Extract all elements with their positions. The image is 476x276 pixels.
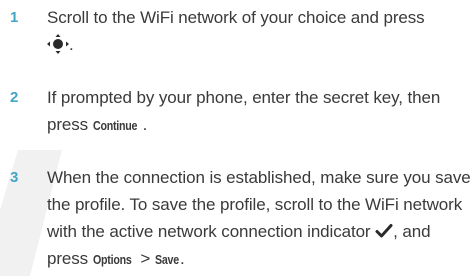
step-number: 3: [10, 169, 19, 186]
command-options: Options: [92, 252, 132, 267]
step-text-segment: >: [135, 249, 155, 268]
step-number: 2: [10, 89, 19, 106]
step-text-segment: Scroll to the WiFi network of your choic…: [47, 8, 425, 27]
step-text: If prompted by your phone, enter the sec…: [47, 84, 472, 139]
step-text-segment: .: [69, 35, 74, 54]
command-save: Save: [154, 252, 179, 267]
checkmark-icon: [375, 223, 393, 238]
instruction-steps: 1 Scroll to the WiFi network of your cho…: [0, 0, 476, 276]
step-text-segment: .: [179, 249, 185, 268]
step-text: When the connection is established, make…: [47, 164, 472, 273]
step-number: 1: [10, 9, 19, 26]
command-continue: Continue: [92, 118, 137, 133]
nav-center-key-icon: [47, 33, 69, 54]
step-text-segment: .: [142, 115, 148, 134]
step-text: Scroll to the WiFi network of your choic…: [47, 4, 472, 58]
